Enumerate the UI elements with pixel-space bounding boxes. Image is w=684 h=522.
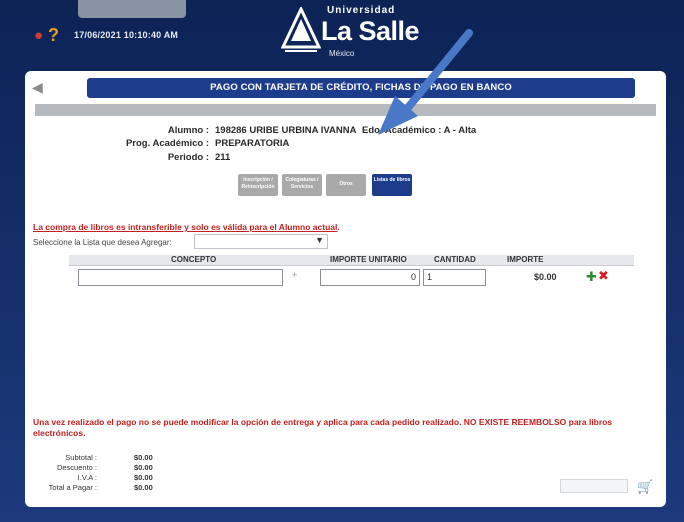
back-arrow-icon[interactable]: ◀ — [32, 79, 46, 95]
descuento-value: $0.00 — [134, 463, 153, 472]
iva-value: $0.00 — [134, 473, 153, 482]
tab-inscripcion[interactable]: Inscripción / Reinscripción — [238, 174, 278, 196]
tab-colegiaturas[interactable]: Colegiaturas / Servicios — [282, 174, 322, 196]
edo-academico: Edo. Académico : A - Alta — [362, 125, 477, 136]
alumno-label: Alumno : — [167, 125, 209, 136]
payment-panel: ◀ PAGO CON TARJETA DE CRÉDITO, FICHAS DE… — [25, 71, 666, 507]
delete-row-icon[interactable]: ✖ — [598, 268, 609, 284]
list-select[interactable]: ▼ — [194, 234, 328, 249]
logo-university-text: Universidad — [327, 5, 396, 16]
alumno-row: Alumno : — [25, 125, 209, 137]
subtotal-value: $0.00 — [134, 453, 153, 462]
top-tab[interactable] — [78, 0, 186, 18]
book-warning: La compra de libros es intransferible y … — [33, 222, 340, 232]
prog-value: PREPARATORIA — [215, 138, 290, 149]
cantidad-input[interactable]: 1 — [423, 269, 486, 286]
add-row-icon[interactable]: ✚ — [586, 269, 597, 285]
iva-label: I.V.A : — [77, 473, 97, 482]
importe-unitario-input[interactable]: 0 — [320, 269, 420, 286]
subtotal-label: Subtotal : — [65, 453, 97, 462]
la-salle-star-icon — [281, 7, 321, 52]
row-separator: + — [292, 270, 298, 280]
alumno-value: 198286 URIBE URBINA IVANNA — [215, 125, 357, 136]
periodo-value: 211 — [215, 152, 231, 163]
book-warning-suffix: . — [337, 222, 340, 232]
prog-label: Prog. Académico : — [125, 138, 209, 149]
periodo-label: Periodo : — [167, 152, 209, 163]
tab-otros[interactable]: Otros — [326, 174, 366, 196]
tab-listas-libros[interactable]: Listas de libros — [372, 174, 412, 196]
section-divider — [35, 104, 656, 116]
logo-main-text: La Salle — [321, 16, 420, 46]
row-importe: $0.00 — [534, 272, 557, 282]
shopping-cart-icon[interactable]: 🛒 — [637, 479, 653, 495]
refund-note: Una vez realizado el pago no se puede mo… — [33, 417, 613, 438]
descuento-label: Descuento : — [56, 463, 97, 472]
book-warning-text: La compra de libros es intransferible y … — [33, 222, 338, 232]
datetime: 17/06/2021 10:10:40 AM — [74, 30, 179, 40]
col-cantidad: CANTIDAD — [434, 255, 476, 264]
concepto-input[interactable] — [78, 269, 283, 286]
col-importe: IMPORTE — [507, 255, 544, 264]
pay-field[interactable] — [560, 479, 628, 493]
periodo-row: Periodo : — [25, 152, 209, 164]
prog-row: Prog. Académico : — [25, 138, 209, 150]
logo-country-text: México — [329, 49, 355, 58]
total-label: Total a Pagar : — [48, 483, 97, 492]
university-logo: Universidad La Salle México — [281, 3, 451, 61]
chevron-down-icon: ▼ — [315, 235, 324, 245]
col-concepto: CONCEPTO — [171, 255, 217, 264]
help-icon[interactable]: ? — [48, 25, 59, 46]
col-importe-unitario: IMPORTE UNITARIO — [330, 255, 407, 264]
total-value: $0.00 — [134, 483, 153, 492]
list-select-label: Seleccione la Lista que desea Agregar: — [33, 238, 172, 247]
page-title: PAGO CON TARJETA DE CRÉDITO, FICHAS DE P… — [87, 78, 635, 98]
alert-icon[interactable]: ● — [34, 27, 46, 44]
